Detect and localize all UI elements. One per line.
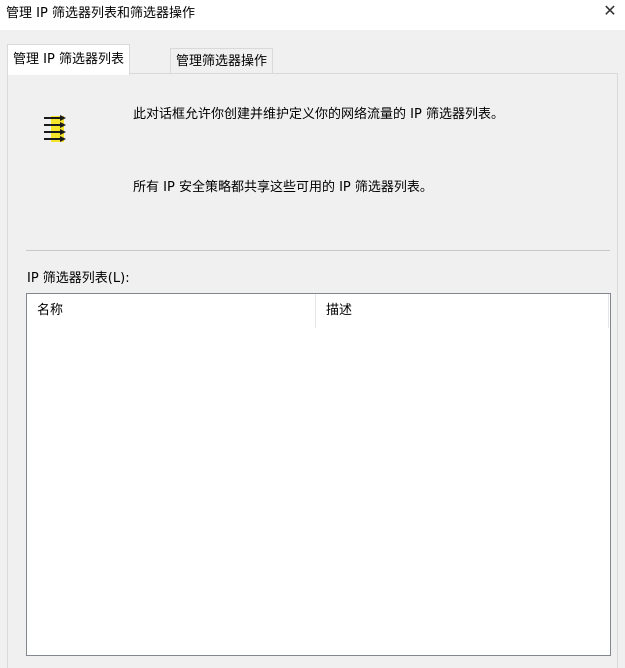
description-text-1: 此对话框允许你创建并维护定义你的网络流量的 IP 筛选器列表。 — [133, 107, 504, 122]
title-bar: 管理 IP 筛选器列表和筛选器操作 ✕ — [0, 0, 625, 30]
window-title: 管理 IP 筛选器列表和筛选器操作 — [6, 6, 195, 21]
divider — [26, 250, 610, 251]
filter-list-icon — [44, 115, 66, 142]
tab-manage-filter-actions[interactable]: 管理筛选器操作 — [170, 48, 274, 74]
close-icon[interactable]: ✕ — [601, 2, 619, 20]
tab-bar: 管理 IP 筛选器列表 管理筛选器操作 — [0, 44, 625, 75]
description-text-2: 所有 IP 安全策略都共享这些可用的 IP 筛选器列表。 — [133, 180, 433, 195]
ip-filter-listview[interactable]: 名称 描述 — [26, 293, 611, 656]
tab-manage-ip-filter-lists[interactable]: 管理 IP 筛选器列表 — [7, 44, 130, 75]
ip-filter-list-label: IP 筛选器列表(L): — [27, 271, 130, 286]
column-header-name[interactable]: 名称 — [27, 294, 316, 328]
column-header-description[interactable]: 描述 — [316, 294, 609, 328]
